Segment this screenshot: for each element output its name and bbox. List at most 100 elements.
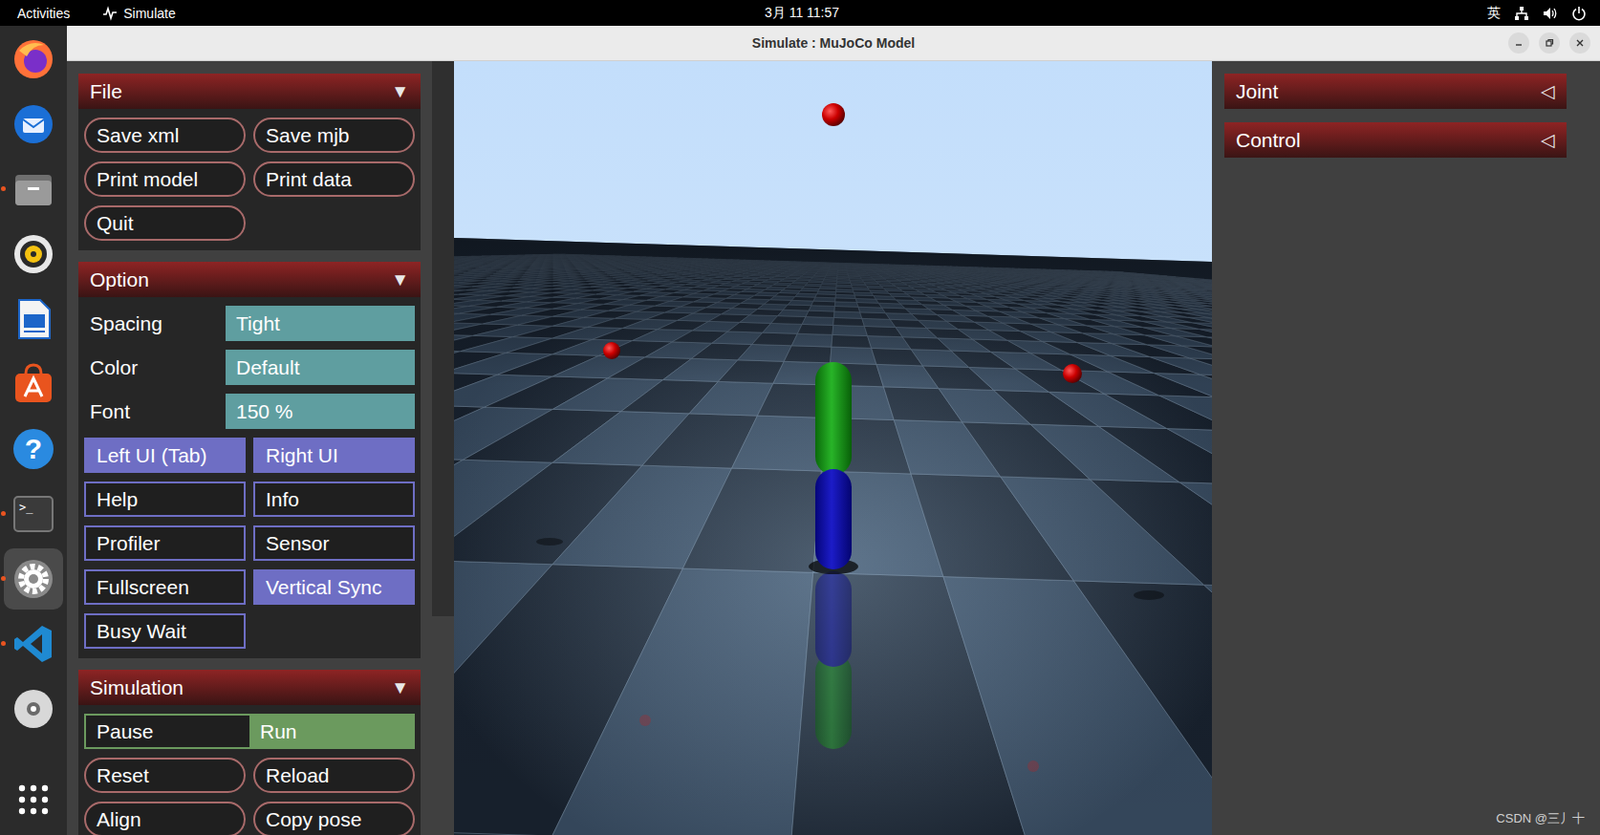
ui-select: ColorDefault xyxy=(84,349,415,386)
section-header[interactable]: Option ▼ xyxy=(78,261,421,298)
app-menu[interactable]: Simulate xyxy=(102,5,175,22)
ui-button[interactable]: Reset xyxy=(84,757,246,794)
app-name: Simulate xyxy=(123,5,175,22)
simulate-app-icon xyxy=(102,5,118,22)
firefox-icon xyxy=(11,37,56,82)
section-body: SpacingTight ColorDefault Font150 % Left UI… xyxy=(78,297,421,659)
ui-toggle[interactable]: Right UI xyxy=(253,437,415,474)
ui-toggle[interactable]: Help xyxy=(84,481,246,518)
collapse-arrow-icon: ▼ xyxy=(390,269,410,291)
ui-button[interactable]: Save xml xyxy=(84,117,246,153)
top-bar: Activities Simulate 3月 11 11:57 英 xyxy=(0,0,1600,26)
ui-toggle[interactable]: Left UI (Tab) xyxy=(84,437,246,474)
dock: ? >_ xyxy=(0,25,67,835)
ui-select: SpacingTight xyxy=(84,305,415,342)
ui-radio: PauseRun xyxy=(84,713,415,750)
title-bar[interactable]: Simulate : MuJoCo Model xyxy=(66,25,1600,62)
settings-gear-icon xyxy=(11,557,56,602)
sky xyxy=(454,61,1212,835)
dock-item[interactable] xyxy=(3,353,64,415)
help-icon: ? xyxy=(13,429,54,470)
select-value[interactable]: 150 % xyxy=(225,393,415,430)
minimize-icon xyxy=(1513,38,1524,48)
close-button[interactable] xyxy=(1569,32,1591,54)
app-center-icon xyxy=(11,362,56,407)
section-body: PauseRunResetReloadAlignCopy pose xyxy=(78,705,421,835)
dock-item[interactable]: ? xyxy=(3,418,64,480)
ui-button[interactable]: Align xyxy=(84,801,246,835)
select-label: Font xyxy=(84,400,226,424)
dock-item[interactable] xyxy=(3,548,64,610)
ui-button[interactable]: Print data xyxy=(253,161,415,197)
app-window: Simulate : MuJoCo Model File ▼ Save xmlSave… xyxy=(66,25,1600,835)
dock-item[interactable] xyxy=(3,223,64,285)
dock-item[interactable] xyxy=(3,613,64,675)
ui-button[interactable]: Copy pose xyxy=(253,801,415,835)
radio-option[interactable]: Run xyxy=(249,715,413,748)
ui-toggle[interactable]: Fullscreen xyxy=(84,569,246,606)
ui-button[interactable]: Quit xyxy=(84,205,246,241)
running-dot xyxy=(0,511,6,517)
floor xyxy=(454,232,1212,835)
power-icon[interactable] xyxy=(1571,5,1587,22)
ui-toggle[interactable]: Busy Wait xyxy=(84,613,246,649)
volume-icon[interactable] xyxy=(1542,5,1558,22)
3d-viewport[interactable] xyxy=(454,61,1212,835)
ui-toggle[interactable]: Info xyxy=(253,481,415,518)
section-header[interactable]: Simulation ▼ xyxy=(78,670,421,706)
ui-button[interactable]: Reload xyxy=(253,757,415,794)
scene-render[interactable] xyxy=(454,61,1212,835)
ui-toggle[interactable]: Vertical Sync xyxy=(253,569,415,606)
section-title: Simulation xyxy=(89,676,184,700)
dock-item[interactable] xyxy=(3,678,64,740)
writer-icon xyxy=(11,297,56,342)
ui-toggle[interactable]: Sensor xyxy=(253,525,415,562)
files-icon xyxy=(11,167,56,212)
vscode-icon xyxy=(11,622,56,667)
clock[interactable]: 3月 11 11:57 xyxy=(764,4,840,22)
running-dot xyxy=(0,576,6,582)
collapse-arrow-icon: ▼ xyxy=(390,677,410,699)
rhythmbox-icon xyxy=(11,232,56,277)
running-dot xyxy=(0,641,6,647)
section-body: Save xmlSave mjbPrint modelPrint dataQui… xyxy=(78,108,421,251)
dock-item[interactable] xyxy=(3,158,64,220)
close-icon xyxy=(1575,38,1585,48)
show-apps-button[interactable] xyxy=(11,778,56,822)
section-title: File xyxy=(89,80,123,104)
left-ui: File ▼ Save xmlSave mjbPrint modelPrint da… xyxy=(66,61,455,835)
select-label: Color xyxy=(84,356,226,380)
ui-section: File ▼ Save xmlSave mjbPrint modelPrint da… xyxy=(78,73,421,251)
ui-select: Font150 % xyxy=(84,393,415,430)
activities-button[interactable]: Activities xyxy=(17,5,70,22)
radio-option[interactable]: Pause xyxy=(86,715,250,748)
select-value[interactable]: Default xyxy=(225,349,415,386)
dock-item[interactable] xyxy=(3,28,64,90)
dock-item[interactable] xyxy=(3,93,64,155)
network-icon[interactable] xyxy=(1513,5,1530,22)
ui-button[interactable]: Print model xyxy=(84,161,246,197)
thunderbird-icon xyxy=(11,102,56,147)
select-value[interactable]: Tight xyxy=(225,305,415,342)
terminal-icon: >_ xyxy=(13,496,54,533)
dock-item[interactable]: >_ xyxy=(3,483,64,545)
section-title: Option xyxy=(89,268,150,292)
maximize-button[interactable] xyxy=(1538,32,1560,54)
minimize-button[interactable] xyxy=(1508,32,1530,54)
input-method[interactable]: 英 xyxy=(1487,4,1501,22)
ui-toggle[interactable]: Profiler xyxy=(84,525,246,562)
desktop: Activities Simulate 3月 11 11:57 英? >_ Simulat… xyxy=(0,0,1600,835)
collapse-arrow-icon: ▼ xyxy=(390,81,410,103)
disc-icon xyxy=(11,687,56,732)
app-grid-icon xyxy=(17,783,50,817)
select-label: Spacing xyxy=(84,312,226,336)
ui-section: Simulation▼PauseRunResetReloadAlignCopy … xyxy=(78,670,421,835)
window-title: Simulate : MuJoCo Model xyxy=(752,35,915,51)
scrollbar[interactable] xyxy=(432,61,455,617)
ui-section: Option ▼ SpacingTight ColorDefault Font150 %… xyxy=(78,261,421,659)
running-dot xyxy=(0,186,6,192)
dock-item[interactable] xyxy=(3,288,64,350)
section-header[interactable]: File ▼ xyxy=(78,73,421,109)
ui-button[interactable]: Save mjb xyxy=(253,117,415,153)
restore-icon xyxy=(1544,38,1555,48)
